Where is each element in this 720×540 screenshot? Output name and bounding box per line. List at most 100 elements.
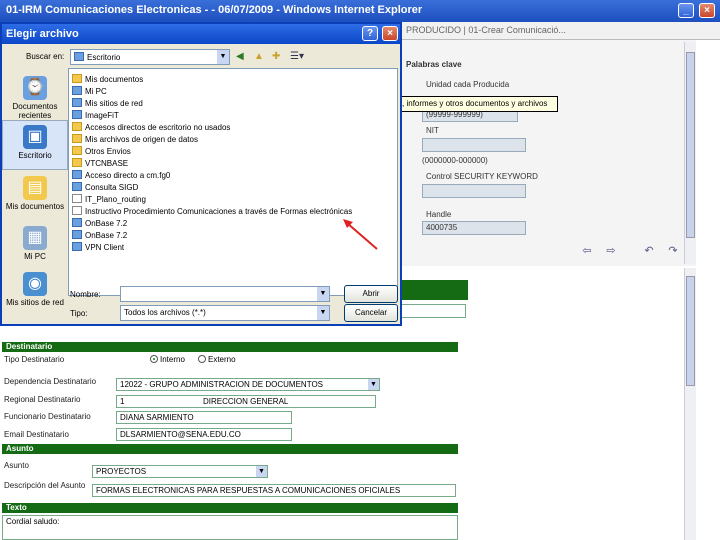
folder-icon bbox=[72, 134, 82, 143]
externo-radio-dot[interactable] bbox=[198, 355, 206, 363]
dialog-close-button[interactable]: × bbox=[382, 26, 398, 41]
panel-scrollbar[interactable] bbox=[684, 42, 696, 264]
descripcion-label: Descripción del Asunto bbox=[4, 481, 86, 490]
place-my-computer[interactable]: ▦ Mi PC bbox=[2, 222, 68, 272]
place-desktop-label: Escritorio bbox=[18, 151, 52, 160]
list-item[interactable]: VPN Client bbox=[72, 242, 124, 253]
up-folder-icon[interactable]: ▲ bbox=[254, 51, 266, 63]
close-window-button[interactable]: × bbox=[699, 3, 715, 18]
nit-field[interactable] bbox=[422, 138, 526, 152]
funcionario-label: Funcionario Destinatario bbox=[4, 412, 91, 421]
texto-area[interactable]: Cordial saludo: bbox=[2, 515, 458, 540]
tipo-label: Tipo: bbox=[70, 309, 88, 318]
chevron-down-icon[interactable]: ▼ bbox=[217, 50, 229, 64]
place-desktop[interactable]: ▣ Escritorio bbox=[2, 120, 68, 170]
form-field-partial[interactable] bbox=[400, 304, 466, 318]
file-list[interactable]: Mis documentos Mi PC Mis sitios de red I… bbox=[68, 68, 398, 296]
dialog-title-bar: Elegir archivo ? × bbox=[2, 24, 400, 44]
list-item[interactable]: IT_Plano_routing bbox=[72, 194, 146, 205]
next-icon[interactable]: ⇨ bbox=[604, 245, 618, 257]
control-field[interactable] bbox=[422, 184, 526, 198]
dependencia-select[interactable]: 12022 - GRUPO ADMINISTRACION DE DOCUMENT… bbox=[116, 378, 380, 391]
externo-radio[interactable]: Externo bbox=[198, 355, 236, 364]
handle-field[interactable]: 4000735 bbox=[422, 221, 526, 235]
abrir-button[interactable]: Abrir bbox=[344, 285, 398, 303]
minimize-button[interactable]: _ bbox=[678, 3, 694, 18]
computer-icon bbox=[72, 86, 82, 95]
redo-icon[interactable]: ↷ bbox=[666, 245, 680, 257]
view-menu-icon[interactable]: ☰▾ bbox=[290, 51, 308, 63]
list-item[interactable]: VTCNBASE bbox=[72, 158, 128, 169]
list-item[interactable]: Mis sitios de red bbox=[72, 98, 143, 109]
place-recent[interactable]: ⌚ Documentos recientes bbox=[2, 72, 68, 122]
recent-documents-icon: ⌚ bbox=[23, 76, 47, 100]
arrow-shaft bbox=[346, 222, 378, 250]
list-item[interactable]: Instructivo Procedimiento Comunicaciones… bbox=[72, 206, 352, 217]
shortcut-icon bbox=[72, 182, 82, 191]
list-item[interactable]: OnBase 7.2 bbox=[72, 218, 127, 229]
folder-icon bbox=[72, 146, 82, 155]
place-network[interactable]: ◉ Mis sitios de red bbox=[2, 268, 68, 318]
buscar-en-value: Escritorio bbox=[87, 53, 121, 62]
externo-label: Externo bbox=[208, 355, 236, 364]
file-name: VTCNBASE bbox=[85, 159, 129, 168]
asunto-value: PROYECTOS bbox=[96, 467, 147, 476]
place-my-documents-label: Mis documentos bbox=[5, 202, 65, 211]
previous-icon[interactable]: ⇦ bbox=[580, 245, 594, 257]
file-name: Accesos directos de escritorio no usados bbox=[85, 123, 231, 132]
tipo-value: Todos los archivos (*.*) bbox=[124, 308, 206, 317]
folder-icon bbox=[72, 74, 82, 83]
buscar-en-select[interactable]: Escritorio ▼ bbox=[70, 49, 230, 65]
email-field[interactable]: DLSARMIENTO@SENA.EDU.CO bbox=[116, 428, 292, 441]
chevron-down-icon[interactable]: ▼ bbox=[317, 287, 329, 301]
handle-label: Handle bbox=[426, 210, 452, 219]
interno-radio-dot[interactable] bbox=[150, 355, 158, 363]
list-item[interactable]: Otros Envios bbox=[72, 146, 131, 157]
network-icon bbox=[72, 98, 82, 107]
chevron-down-icon[interactable]: ▼ bbox=[368, 379, 379, 390]
help-button[interactable]: ? bbox=[362, 26, 378, 41]
new-folder-icon[interactable]: ✚ bbox=[272, 51, 284, 63]
nombre-label: Nombre: bbox=[70, 290, 101, 299]
file-name: Instructivo Procedimiento Comunicaciones… bbox=[85, 207, 353, 216]
nombre-input[interactable]: ▼ bbox=[120, 286, 330, 302]
list-item[interactable]: Consulta SIGD bbox=[72, 182, 138, 193]
browser-title-bar: 01-IRM Comunicaciones Electronicas - - 0… bbox=[0, 0, 720, 22]
list-item[interactable]: Mis documentos bbox=[72, 74, 143, 85]
file-name: Consulta SIGD bbox=[85, 183, 139, 192]
back-icon[interactable]: ◀ bbox=[236, 51, 248, 63]
undo-icon[interactable]: ↶ bbox=[642, 245, 656, 257]
unidad-label: Unidad cada Producida bbox=[426, 80, 510, 89]
interno-radio[interactable]: Interno bbox=[150, 355, 185, 364]
page-scrollbar-thumb[interactable] bbox=[686, 276, 695, 386]
regional-field[interactable]: 1 DIRECCION GENERAL bbox=[116, 395, 376, 408]
page-scrollbar[interactable] bbox=[684, 268, 696, 540]
list-item[interactable]: ImageFiT bbox=[72, 110, 119, 121]
folder-icon bbox=[72, 122, 82, 131]
asunto-select[interactable]: PROYECTOS ▼ bbox=[92, 465, 268, 478]
file-name: Acceso directo a cm.fg0 bbox=[85, 171, 171, 180]
asunto-section-header: Asunto bbox=[2, 444, 458, 454]
browser-tab-strip: PRODUCIDO | 01-Crear Comunicació... bbox=[400, 22, 720, 40]
chevron-down-icon[interactable]: ▼ bbox=[317, 306, 329, 320]
file-dialog: Elegir archivo ? × Buscar en: Escritorio… bbox=[0, 22, 402, 326]
browser-title: 01-IRM Comunicaciones Electronicas - - 0… bbox=[6, 4, 423, 16]
descripcion-field[interactable]: FORMAS ELECTRONICAS PARA RESPUESTAS A CO… bbox=[92, 484, 456, 497]
chevron-down-icon[interactable]: ▼ bbox=[256, 466, 267, 477]
list-item[interactable]: Acceso directo a cm.fg0 bbox=[72, 170, 170, 181]
cancelar-button[interactable]: Cancelar bbox=[344, 304, 398, 322]
list-item[interactable]: OnBase 7.2 bbox=[72, 230, 127, 241]
control-label: Control SECURITY KEYWORD bbox=[426, 172, 538, 181]
file-name: OnBase 7.2 bbox=[85, 231, 128, 240]
funcionario-field[interactable]: DIANA SARMIENTO bbox=[116, 411, 292, 424]
tipo-select[interactable]: Todos los archivos (*.*) ▼ bbox=[120, 305, 330, 321]
file-name: Otros Envios bbox=[85, 147, 131, 156]
shortcut-icon bbox=[72, 218, 82, 227]
list-item[interactable]: Accesos directos de escritorio no usados bbox=[72, 122, 230, 133]
list-item[interactable]: Mis archivos de origen de datos bbox=[72, 134, 198, 145]
list-item[interactable]: Mi PC bbox=[72, 86, 107, 97]
panel-scrollbar-thumb[interactable] bbox=[686, 52, 695, 238]
tab-comunicacion[interactable]: PRODUCIDO | 01-Crear Comunicació... bbox=[406, 25, 566, 35]
place-my-documents[interactable]: ▤ Mis documentos bbox=[2, 172, 68, 222]
destinatario-section-header: Destinatario bbox=[2, 342, 458, 352]
